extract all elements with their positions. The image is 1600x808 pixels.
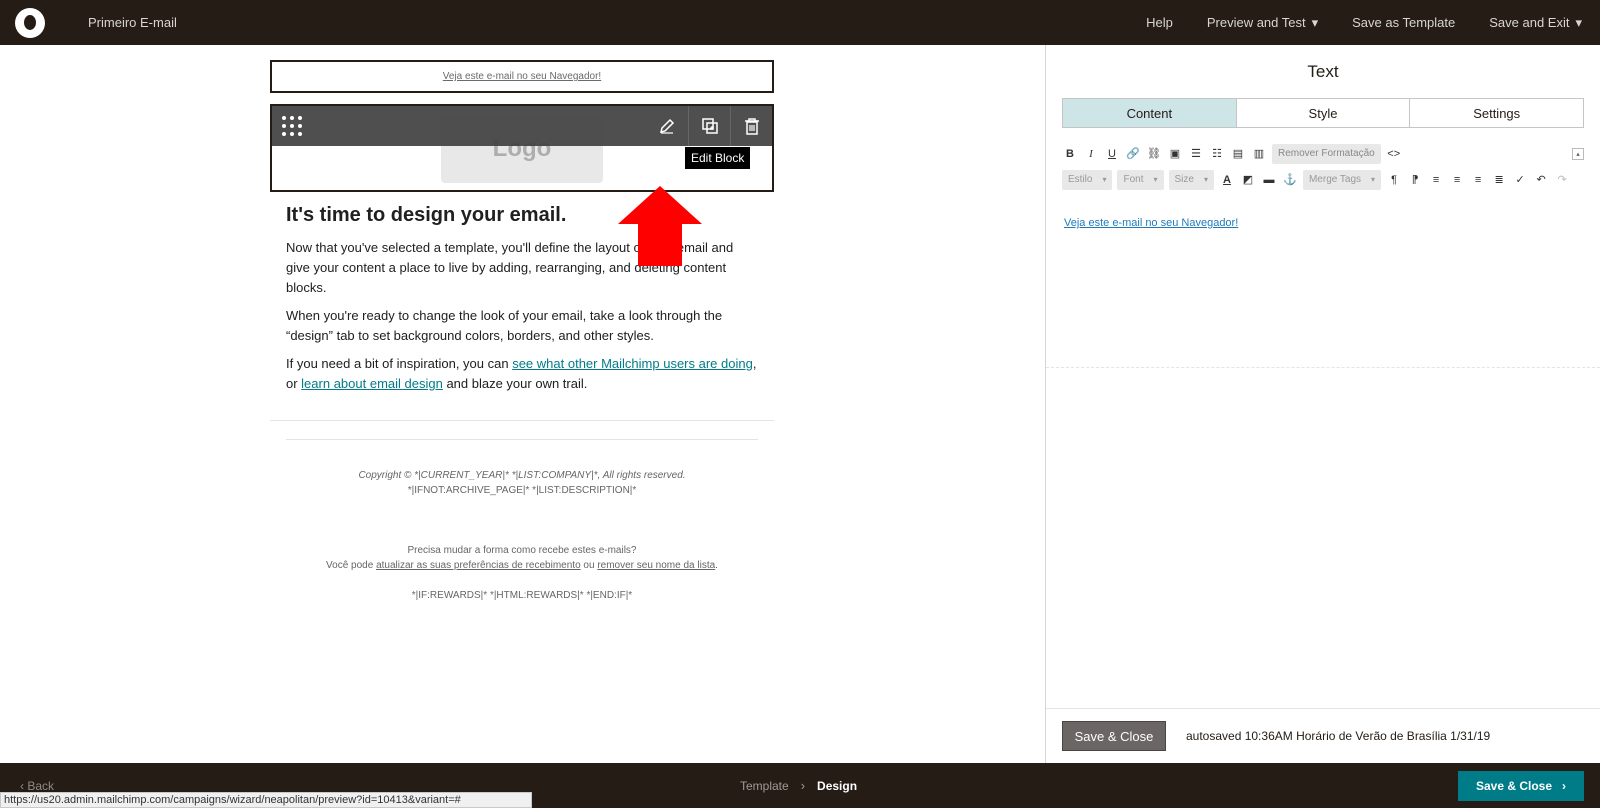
delete-block-button[interactable] — [730, 106, 772, 146]
justify-icon[interactable]: ≣ — [1491, 172, 1507, 188]
chevron-right-icon: › — [800, 778, 806, 793]
rte-toolbar-row-1: B I U 🔗 ⛓ ▣ ☰ ☷ ▤ ▥ Remover Formatação <… — [1062, 142, 1584, 165]
wizard-steps: Template › Design — [740, 763, 857, 808]
pencil-icon — [659, 118, 675, 134]
help-link[interactable]: Help — [1146, 15, 1173, 30]
save-close-button[interactable]: Save & Close › — [1458, 771, 1584, 801]
tab-style[interactable]: Style — [1235, 99, 1410, 127]
align-right-icon[interactable]: ≡ — [1470, 172, 1486, 188]
tab-content[interactable]: Content — [1063, 99, 1236, 127]
step-design[interactable]: Design — [817, 779, 857, 793]
block-toolbar — [272, 106, 772, 146]
align-left-icon[interactable]: ≡ — [1428, 172, 1444, 188]
background-color-icon[interactable]: ◩ — [1240, 172, 1256, 188]
paragraph-ltr-icon[interactable]: ¶ — [1386, 172, 1402, 188]
preview-test-label: Preview and Test — [1206, 14, 1306, 30]
panel-save-close-button[interactable]: Save & Close — [1062, 721, 1166, 751]
red-arrow-annotation-icon — [618, 186, 702, 266]
paragraph-rtl-icon[interactable]: ⁋ — [1407, 172, 1423, 188]
paste-word-icon[interactable]: ▥ — [1251, 146, 1267, 162]
unlink-icon[interactable]: ⛓ — [1146, 146, 1162, 162]
text-block-panel: Text Content Style Settings B I U 🔗 ⛓ ▣ … — [1045, 45, 1600, 763]
footer-preferences: Você pode atualizar as suas preferências… — [326, 560, 718, 571]
edit-block-tooltip: Edit Block — [685, 147, 751, 169]
chevron-down-icon: ▾ — [1311, 14, 1319, 30]
update-preferences-link[interactable]: atualizar as suas preferências de recebi… — [376, 560, 581, 571]
top-bar: Primeiro E-mail Help Preview and Test ▾ S… — [0, 0, 1600, 45]
step-template[interactable]: Template — [740, 779, 789, 793]
tab-settings[interactable]: Settings — [1409, 99, 1583, 127]
footer-question: Precisa mudar a forma como recebe estes … — [407, 545, 637, 556]
bold-icon[interactable]: B — [1062, 146, 1078, 162]
inspiration-link[interactable]: see what other Mailchimp users are doing — [512, 356, 753, 371]
unsubscribe-link[interactable]: remover seu nome da lista — [597, 560, 715, 571]
anchor-icon[interactable]: ⚓ — [1282, 172, 1298, 188]
edit-block-button[interactable] — [646, 106, 688, 146]
horizontal-rule-icon[interactable]: ▬ — [1261, 172, 1277, 188]
block-actions — [646, 106, 772, 146]
undo-icon[interactable]: ↶ — [1533, 172, 1549, 188]
email-preview: Veja este e-mail no seu Navegador! Logo — [270, 60, 774, 603]
image-icon[interactable]: ▣ — [1167, 146, 1183, 162]
autosave-status: autosaved 10:36AM Horário de Verão de Br… — [1186, 729, 1491, 743]
duplicate-block-button[interactable] — [688, 106, 730, 146]
remove-format-button[interactable]: Remover Formatação — [1272, 143, 1381, 164]
footer-block[interactable]: Copyright © *|CURRENT_YEAR|* *|LIST:COMP… — [270, 440, 774, 603]
rte-content-area[interactable]: Veja este e-mail no seu Navegador! — [1046, 201, 1600, 368]
trash-icon — [744, 118, 759, 135]
view-in-browser-link[interactable]: Veja este e-mail no seu Navegador! — [443, 71, 601, 82]
save-as-template-link[interactable]: Save as Template — [1352, 15, 1455, 30]
panel-title: Text — [1307, 62, 1339, 81]
campaign-name[interactable]: Primeiro E-mail — [88, 15, 177, 30]
duplicate-icon — [701, 118, 718, 134]
browser-status-url: https://us20.admin.mailchimp.com/campaig… — [0, 792, 532, 808]
align-center-icon[interactable]: ≡ — [1449, 172, 1465, 188]
preheader-block[interactable]: Veja este e-mail no seu Navegador! — [270, 60, 774, 93]
chevron-down-icon: ▾ — [1575, 14, 1582, 30]
italic-icon[interactable]: I — [1083, 146, 1099, 162]
style-select[interactable]: Estilo — [1062, 169, 1113, 190]
rte-toolbar-row-2: Estilo Font Size A ◩ ▬ ⚓ Merge Tags ¶ ⁋ … — [1062, 168, 1584, 191]
underline-icon[interactable]: U — [1104, 146, 1120, 162]
chevron-right-icon: › — [1562, 779, 1567, 793]
logo-block[interactable]: Logo Edit Block — [270, 104, 774, 192]
text-color-icon[interactable]: A — [1219, 172, 1235, 188]
p3-text: and blaze your own trail. — [442, 376, 588, 391]
content-paragraph-3: If you need a bit of inspiration, you ca… — [286, 354, 758, 394]
source-code-icon[interactable]: <> — [1386, 146, 1402, 162]
save-close-label: Save & Close — [1475, 779, 1553, 793]
drag-handle-icon[interactable] — [282, 116, 302, 136]
top-nav: Help Preview and Test ▾ Save as Template … — [1146, 15, 1582, 31]
link-icon[interactable]: 🔗 — [1125, 146, 1141, 162]
email-design-link[interactable]: learn about email design — [301, 376, 443, 391]
preview-test-menu[interactable]: Preview and Test ▾ — [1207, 15, 1318, 31]
panel-footer: Save & Close autosaved 10:36AM Horário d… — [1046, 708, 1600, 763]
size-select[interactable]: Size — [1168, 169, 1214, 190]
rte-view-in-browser-link[interactable]: Veja este e-mail no seu Navegador! — [1064, 217, 1238, 229]
footer-rewards: *|IF:REWARDS|* *|HTML:REWARDS|* *|END:IF… — [411, 590, 633, 601]
email-editor-canvas: Veja este e-mail no seu Navegador! Logo — [0, 45, 1045, 763]
save-exit-menu[interactable]: Save and Exit ▾ — [1489, 15, 1582, 31]
rich-text-editor: B I U 🔗 ⛓ ▣ ☰ ☷ ▤ ▥ Remover Formatação <… — [1046, 142, 1600, 368]
footer-archive: *|IFNOT:ARCHIVE_PAGE|* *|LIST:DESCRIPTIO… — [407, 485, 637, 496]
panel-tabs: Content Style Settings — [1062, 98, 1584, 128]
save-exit-label: Save and Exit — [1489, 14, 1570, 30]
redo-icon[interactable]: ↷ — [1554, 172, 1570, 188]
ordered-list-icon[interactable]: ☰ — [1188, 146, 1204, 162]
back-button[interactable]: ‹ Back — [20, 779, 54, 793]
spellcheck-icon[interactable]: ✓ — [1512, 172, 1528, 188]
collapse-toolbar-icon[interactable]: ▴ — [1572, 147, 1584, 160]
paste-text-icon[interactable]: ▤ — [1230, 146, 1246, 162]
mailchimp-logo-icon[interactable] — [15, 7, 45, 38]
bullet-list-icon[interactable]: ☷ — [1209, 146, 1225, 162]
p3-text: If you need a bit of inspiration, you ca… — [286, 356, 513, 371]
content-paragraph-2: When you're ready to change the look of … — [286, 308, 723, 343]
font-select[interactable]: Font — [1117, 169, 1164, 190]
merge-tags-select[interactable]: Merge Tags — [1302, 169, 1382, 190]
footer-copyright: Copyright © *|CURRENT_YEAR|* *|LIST:COMP… — [358, 470, 686, 481]
